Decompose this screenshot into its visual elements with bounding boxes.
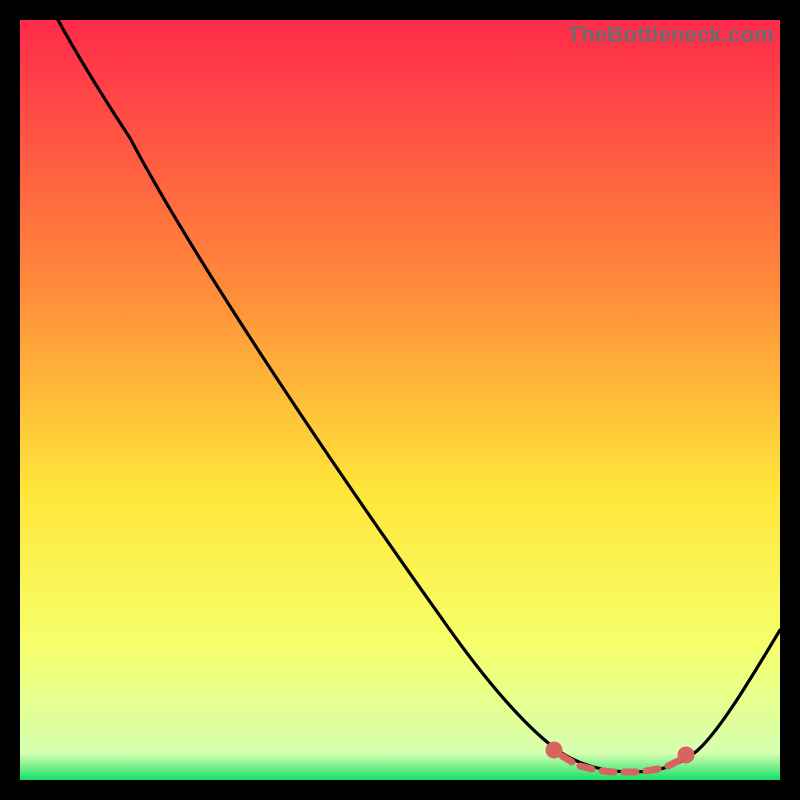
chart-frame: TheBottleneck.com — [20, 20, 780, 780]
bottleneck-chart — [20, 20, 780, 780]
watermark-text: TheBottleneck.com — [568, 22, 774, 48]
gradient-panel — [20, 20, 780, 780]
